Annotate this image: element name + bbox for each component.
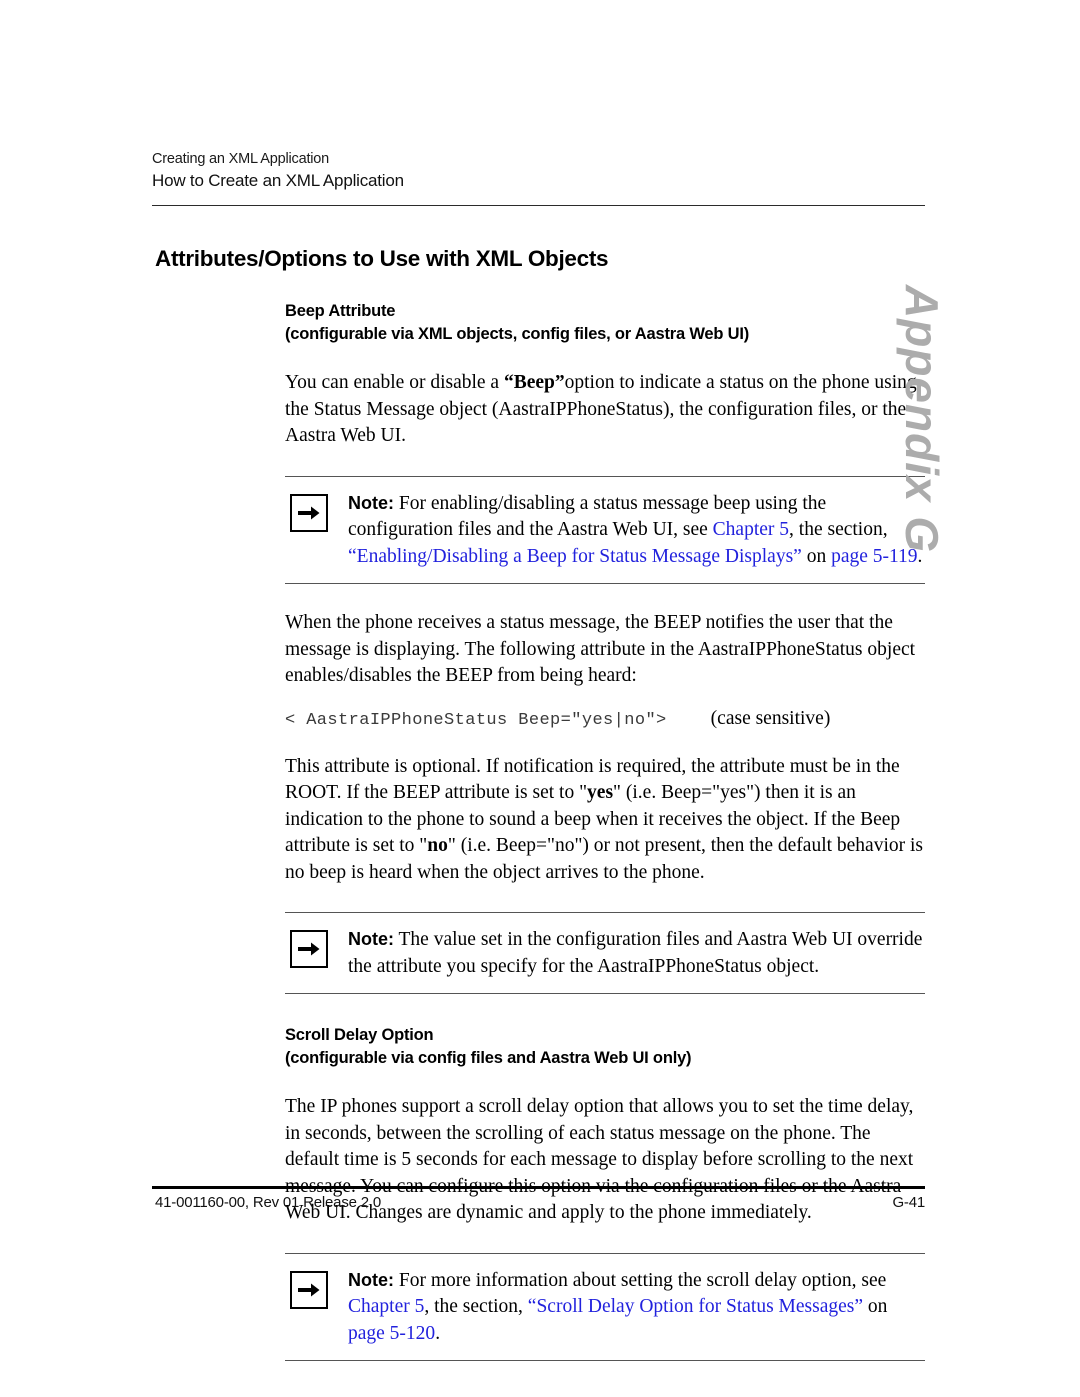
note-text-part3: on: [863, 1296, 888, 1317]
note-beep-config: Note: For enabling/disabling a status me…: [285, 475, 925, 584]
note-beep-override-text: Note: The value set in the configuration…: [348, 926, 925, 980]
paragraph-beep-behavior: When the phone receives a status message…: [285, 612, 916, 686]
note-beep-config-text: Note: For enabling/disabling a status me…: [348, 490, 925, 571]
appendix-tab-label: Appendix G: [896, 285, 948, 554]
note-label: Note:: [348, 929, 394, 949]
note-beep-override: Note: The value set in the configuration…: [285, 912, 925, 994]
document-page: Creating an XML Application How to Creat…: [0, 0, 1080, 1397]
note-link-section[interactable]: “Scroll Delay Option for Status Messages…: [528, 1296, 863, 1317]
code-example: < AastraIPPhoneStatus Beep="yes|no">: [285, 710, 667, 730]
page-title: Attributes/Options to Use with XML Objec…: [155, 246, 609, 271]
note-label: Note:: [348, 1269, 394, 1290]
footer-divider: [152, 1186, 925, 1189]
section-heading-beep-line2: (configurable via XML objects, config fi…: [285, 325, 750, 343]
arrow-right-icon: [290, 493, 328, 532]
note-link-chapter[interactable]: Chapter 5: [713, 519, 789, 540]
section-heading-beep-line1: Beep Attribute: [285, 302, 396, 320]
code-example-line: < AastraIPPhoneStatus Beep="yes|no"> (ca…: [285, 708, 925, 730]
footer-page-number: G-41: [892, 1194, 925, 1211]
paragraph-beep-intro-emphasis: “Beep”: [503, 372, 565, 393]
note-text-part4: .: [435, 1322, 441, 1344]
paragraph-beep-intro: You can enable or disable a “Beep”option…: [285, 370, 925, 450]
paragraph-beep-optional: This attribute is optional. If notificat…: [285, 754, 925, 887]
arrow-right-icon: [290, 930, 328, 968]
header-chapter-title: Creating an XML Application: [152, 151, 330, 167]
footer-document-id: 41-001160-00, Rev 01 Release 2.0: [155, 1194, 381, 1211]
section-heading-scroll-line2: (configurable via config files and Aastr…: [285, 1049, 692, 1067]
running-header: Creating an XML Application How to Creat…: [152, 150, 925, 193]
section-beep-attribute: Beep Attribute (configurable via XML obj…: [285, 300, 925, 994]
note-text-part3: on: [801, 545, 832, 567]
arrow-right-icon: [290, 1270, 328, 1309]
note-scroll-delay: Note: For more information about setting…: [285, 1252, 925, 1361]
note-scroll-delay-text: Note: For more information about setting…: [348, 1267, 925, 1348]
note-link-chapter[interactable]: Chapter 5: [348, 1296, 424, 1317]
note-link-section[interactable]: “Enabling/Disabling a Beep for Status Me…: [348, 546, 802, 567]
code-case-sensitive-note: (case sensitive): [710, 707, 831, 729]
note-label: Note:: [348, 492, 394, 513]
paragraph-beep-optional-no: no: [427, 835, 448, 856]
note-text-part2: , the section,: [424, 1296, 528, 1317]
section-heading-scroll-line1: Scroll Delay Option: [285, 1026, 434, 1044]
note-link-page[interactable]: page 5-120: [348, 1323, 435, 1344]
note-text-part2: , the section,: [789, 519, 888, 540]
section-scroll-delay-option: Scroll Delay Option (configurable via co…: [285, 1024, 925, 1361]
paragraph-beep-intro-part1: You can enable or disable a: [285, 372, 504, 393]
header-divider: [152, 205, 925, 206]
header-section-title: How to Create an XML Application: [152, 171, 404, 190]
note-text-part1: The value set in the configuration files…: [348, 929, 923, 977]
note-text-part1: For more information about setting the s…: [394, 1269, 887, 1291]
paragraph-beep-optional-yes: yes: [587, 782, 614, 803]
